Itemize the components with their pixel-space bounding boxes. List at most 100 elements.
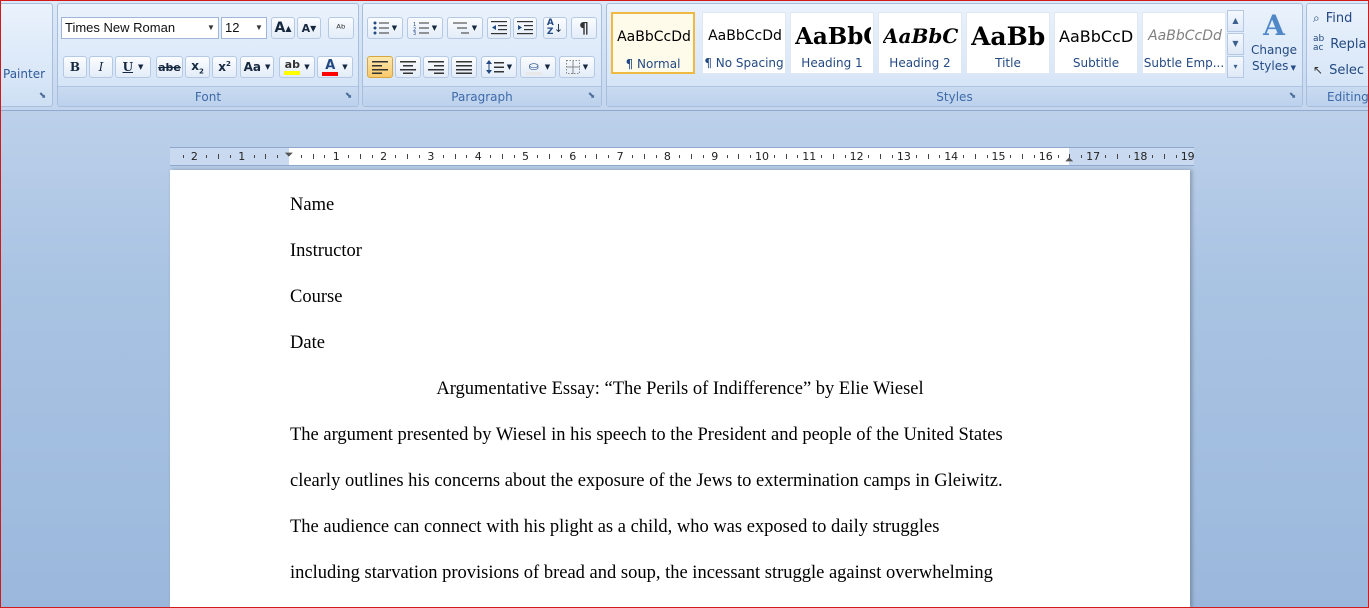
font-color-button[interactable]: A ▼ xyxy=(317,56,353,78)
decrease-indent-icon xyxy=(491,21,507,35)
right-indent-marker[interactable]: ⏶ xyxy=(1065,153,1074,167)
ruler-tick xyxy=(974,154,976,159)
ruler-tick xyxy=(1010,155,1012,158)
ruler-tick xyxy=(655,155,657,158)
bullets-button[interactable]: ▼ xyxy=(367,17,403,39)
style-heading-2[interactable]: AaBbCc Heading 2 xyxy=(878,12,962,74)
body-line: clearly outlines his concerns about the … xyxy=(290,471,1003,491)
style-subtitle[interactable]: AaBbCcD Subtitle xyxy=(1054,12,1138,74)
align-center-icon xyxy=(400,60,416,74)
ruler-tick xyxy=(324,155,326,158)
ruler-number: 16 xyxy=(1038,150,1053,163)
ruler-number: 13 xyxy=(896,150,911,163)
strikethrough-button[interactable]: abe xyxy=(156,56,183,78)
highlighter-icon: ab xyxy=(284,59,301,75)
align-right-button[interactable] xyxy=(423,56,449,78)
ruler-tick xyxy=(442,155,444,158)
bold-button[interactable]: B xyxy=(63,56,87,78)
font-size-combo[interactable]: 12 ▼ xyxy=(221,17,267,39)
change-styles-button[interactable]: A Change Styles ▼ xyxy=(1248,10,1300,82)
font-name-combo[interactable]: Times New Roman ▼ xyxy=(61,17,219,39)
multilevel-list-button[interactable]: ▼ xyxy=(447,17,483,39)
decrease-indent-button[interactable] xyxy=(487,17,511,39)
shrink-font-icon: A xyxy=(301,21,311,35)
style-no-spacing[interactable]: AaBbCcDd ¶ No Spacing xyxy=(702,12,786,74)
change-styles-icon: A xyxy=(1263,9,1285,42)
ruler-tick xyxy=(750,155,752,158)
style-subtle-emphasis[interactable]: AaBbCcDd Subtle Emp... xyxy=(1142,12,1226,74)
paragraph-group-label: Paragraph xyxy=(363,86,601,106)
style-title[interactable]: AaBb( Title xyxy=(966,12,1050,74)
shrink-font-button[interactable]: A ▼ xyxy=(297,17,321,39)
gallery-scroll-down[interactable]: ▼ xyxy=(1227,33,1244,55)
gallery-scroll-up[interactable]: ▲ xyxy=(1227,10,1244,32)
ruler-tick xyxy=(407,154,409,159)
highlight-color-button[interactable]: ab ▼ xyxy=(279,56,315,78)
first-line-indent-marker[interactable]: ⏷ xyxy=(285,148,294,162)
shading-button[interactable]: ⛀ ▼ xyxy=(520,56,556,78)
italic-button[interactable]: I xyxy=(89,56,113,78)
header-name: Name xyxy=(290,195,335,215)
style-subtitle-label: Subtitle xyxy=(1072,56,1120,70)
ruler-tick xyxy=(277,155,279,158)
line-spacing-button[interactable]: ▼ xyxy=(481,56,517,78)
style-subtitle-sample: AaBbCcD xyxy=(1059,26,1134,46)
show-marks-button[interactable]: ¶ xyxy=(571,17,597,39)
subscript-icon: x2 xyxy=(191,58,204,76)
ruler-tick xyxy=(738,154,740,159)
ruler-number: 19 xyxy=(1180,150,1195,163)
ruler-tick xyxy=(371,155,373,158)
styles-dialog-launcher[interactable]: ⬊ xyxy=(1287,91,1298,102)
clipboard-group: Painter ⬊ xyxy=(0,3,53,107)
ruler-tick xyxy=(454,154,456,159)
style-normal[interactable]: AaBbCcDd ¶ Normal xyxy=(611,12,695,74)
document-page[interactable]: Name Instructor Course Date Argumentativ… xyxy=(170,170,1190,608)
style-title-sample: AaBb( xyxy=(971,21,1047,51)
numbering-icon: 123 xyxy=(413,22,429,35)
align-center-button[interactable] xyxy=(395,56,421,78)
style-title-label: Title xyxy=(995,56,1021,70)
change-styles-label-1: Change xyxy=(1251,43,1297,57)
underline-button[interactable]: U ▼ xyxy=(115,56,151,78)
style-heading-1[interactable]: AaBbC( Heading 1 xyxy=(790,12,874,74)
gallery-more-button[interactable]: ▾ xyxy=(1227,56,1244,78)
multilevel-list-icon xyxy=(452,22,469,34)
ruler-number: 6 xyxy=(569,150,577,163)
superscript-button[interactable]: x2 xyxy=(212,56,237,78)
ruler-tick xyxy=(596,154,598,159)
horizontal-ruler[interactable]: 2 1 1 2 3 4 5 6 7 8 9 10 11 12 13 14 15 16 17 18 19 ⏷ ⏶ xyxy=(170,147,1195,167)
numbering-button[interactable]: 123 ▼ xyxy=(407,17,443,39)
ruler-tick xyxy=(501,154,503,159)
ruler-number: 5 xyxy=(522,150,529,163)
ruler-tick xyxy=(679,155,681,158)
sort-button[interactable]: A Z ↓ xyxy=(543,17,567,39)
style-heading-2-label: Heading 2 xyxy=(889,56,951,70)
align-left-button[interactable] xyxy=(367,56,393,78)
chevron-down-icon: ▼ xyxy=(582,63,589,71)
ruler-tick xyxy=(1164,154,1166,159)
ruler-tick xyxy=(939,155,941,158)
clear-formatting-button[interactable]: ᴬᵇ xyxy=(328,17,354,39)
select-button[interactable]: ↖ Selec xyxy=(1313,60,1364,80)
grow-font-button[interactable]: A ▲ xyxy=(271,17,295,39)
change-case-icon: Aa xyxy=(243,60,261,74)
ruler-tick xyxy=(182,155,184,158)
ruler-number: 1 xyxy=(238,150,246,163)
borders-button[interactable]: ▼ xyxy=(559,56,595,78)
change-case-button[interactable]: Aa ▼ xyxy=(240,56,274,78)
subscript-button[interactable]: x2 xyxy=(185,56,210,78)
ruler-number: 4 xyxy=(474,150,482,163)
font-dialog-launcher[interactable]: ⬊ xyxy=(343,91,354,102)
ruler-tick xyxy=(797,155,799,158)
pilcrow-icon: ¶ xyxy=(579,19,589,37)
increase-indent-button[interactable] xyxy=(513,17,537,39)
paragraph-dialog-launcher[interactable]: ⬊ xyxy=(586,91,597,102)
justify-button[interactable] xyxy=(451,56,477,78)
format-painter-button[interactable]: Painter xyxy=(3,67,45,81)
ruler-number: 10 xyxy=(755,150,769,163)
chevron-down-icon: ▼ xyxy=(544,63,551,71)
style-heading-2-sample: AaBbCc xyxy=(883,24,959,48)
clipboard-dialog-launcher[interactable]: ⬊ xyxy=(37,91,48,102)
replace-button[interactable]: ab ac Repla xyxy=(1313,34,1367,54)
find-button[interactable]: ⌕ Find xyxy=(1313,8,1352,28)
